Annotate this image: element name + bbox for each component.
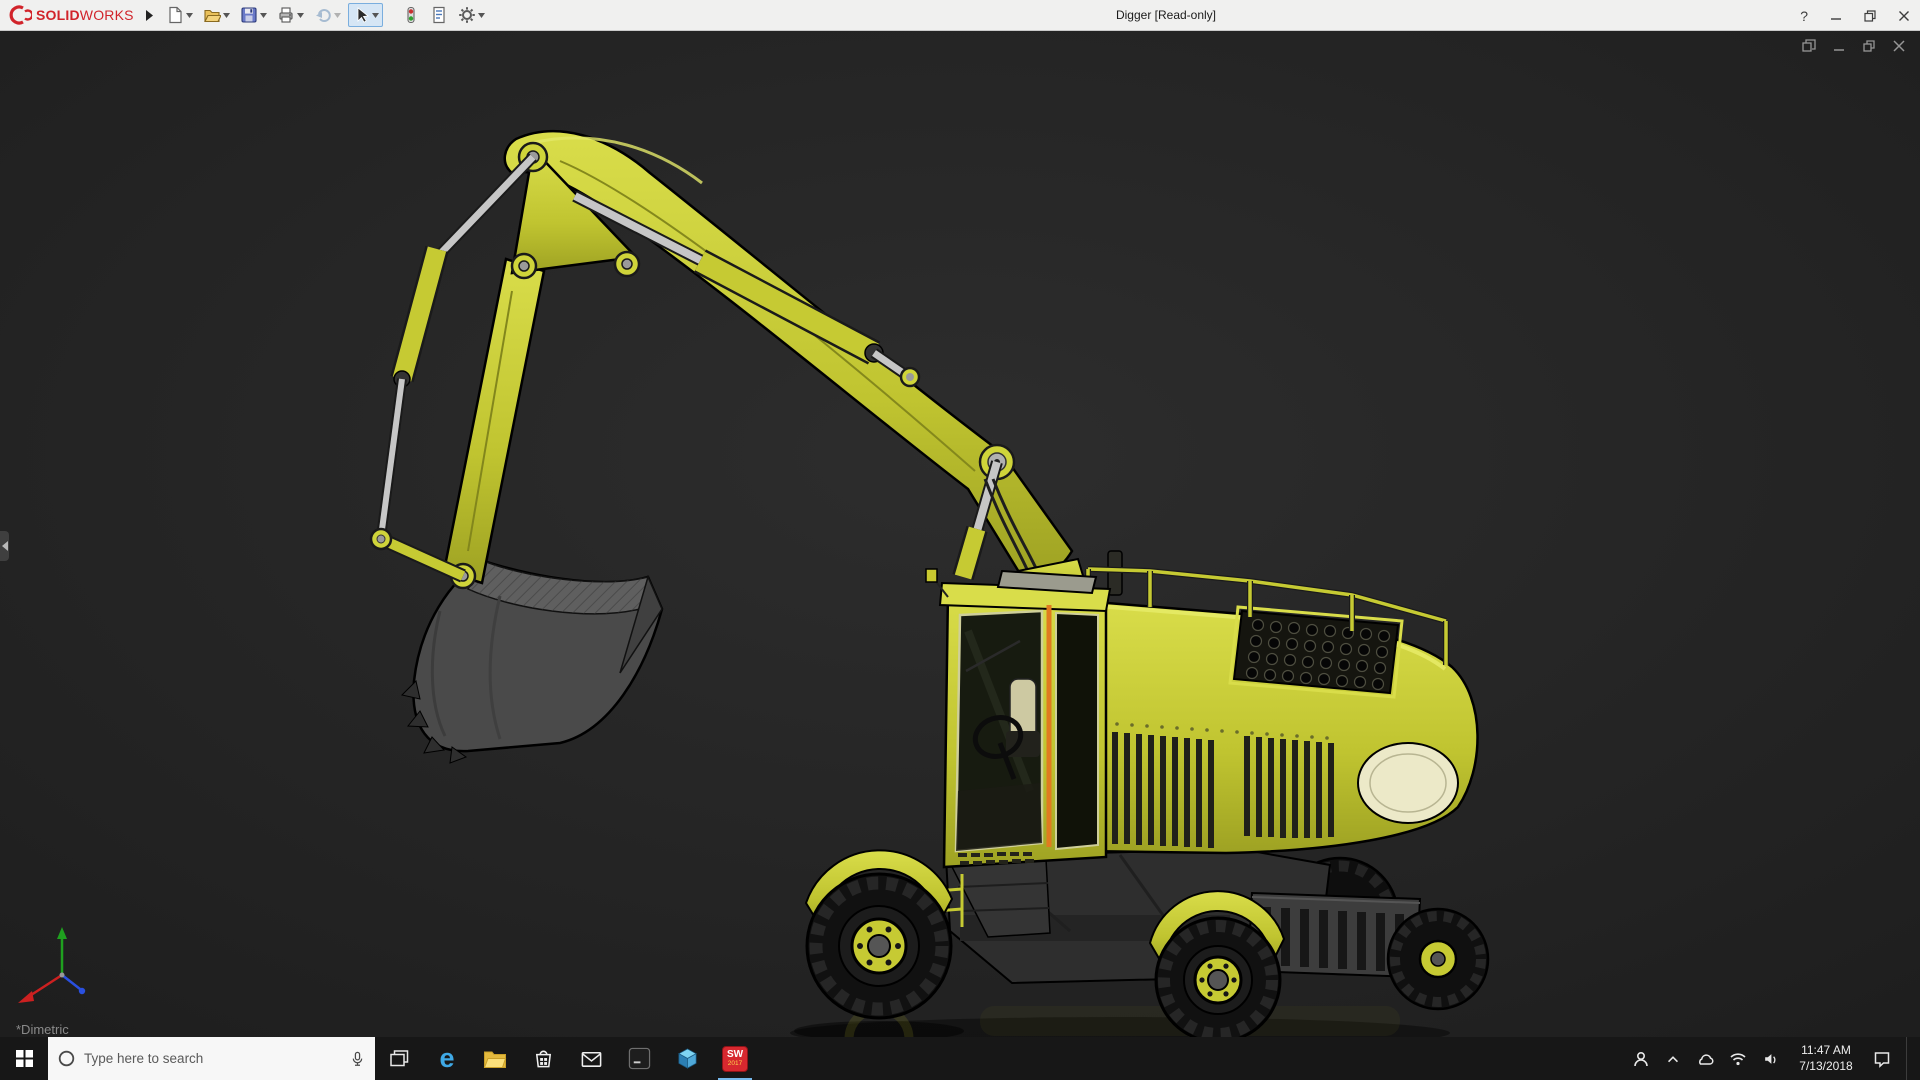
restore-button[interactable] bbox=[1864, 9, 1876, 22]
people-icon[interactable] bbox=[1632, 1050, 1650, 1068]
mail-icon bbox=[581, 1051, 601, 1067]
window-title: Digger [Read-only] bbox=[1115, 8, 1217, 22]
hidden-icons-chevron-icon[interactable] bbox=[1665, 1051, 1681, 1067]
options-gear-icon bbox=[458, 7, 475, 23]
undo-icon bbox=[315, 9, 331, 22]
select-tool-button[interactable] bbox=[347, 3, 383, 27]
orientation-triad[interactable] bbox=[12, 923, 112, 1013]
wheel-right-front bbox=[1386, 907, 1490, 1011]
solidworks-app-icon: SW 2017 bbox=[722, 1045, 748, 1072]
window-controls: ? bbox=[1800, 0, 1910, 31]
menu-expand-arrow-icon[interactable] bbox=[145, 9, 153, 21]
graphics-viewport[interactable]: *Dimetric bbox=[0, 31, 1920, 1037]
excavator-cab bbox=[925, 568, 1112, 869]
triad-x-axis bbox=[27, 973, 63, 999]
dropdown-caret-icon[interactable] bbox=[185, 12, 193, 18]
open-button[interactable] bbox=[200, 3, 233, 27]
start-button[interactable] bbox=[0, 1037, 48, 1080]
file-explorer-icon bbox=[483, 1051, 507, 1068]
new-window-icon[interactable] bbox=[1802, 39, 1816, 53]
dropdown-caret-icon[interactable] bbox=[259, 12, 267, 18]
file-explorer-button[interactable] bbox=[471, 1037, 519, 1080]
solidworks-app-button[interactable]: SW 2017 bbox=[711, 1037, 759, 1080]
dropdown-caret-icon[interactable] bbox=[333, 12, 341, 18]
taskbar-clock[interactable]: 11:47 AM 7/13/2018 bbox=[1794, 1043, 1858, 1074]
dropdown-caret-icon[interactable] bbox=[222, 12, 230, 18]
rebuild-button[interactable] bbox=[399, 3, 423, 27]
action-center-icon[interactable] bbox=[1873, 1050, 1891, 1068]
solidworks-logo: SOLIDWORKS bbox=[8, 5, 134, 25]
dropdown-caret-icon[interactable] bbox=[477, 12, 485, 18]
cube-3d-app-icon bbox=[677, 1048, 697, 1069]
dropdown-caret-icon[interactable] bbox=[296, 12, 304, 18]
mail-button[interactable] bbox=[567, 1037, 615, 1080]
dark-window-app-icon bbox=[628, 1047, 650, 1070]
brand-text: SOLIDWORKS bbox=[36, 7, 134, 23]
print-button[interactable] bbox=[274, 3, 307, 27]
show-desktop-strip[interactable] bbox=[1906, 1037, 1912, 1080]
excavator-body bbox=[1081, 566, 1479, 855]
edge-icon: e bbox=[439, 1043, 455, 1073]
microphone-icon[interactable] bbox=[350, 1050, 365, 1068]
windows-logo-icon bbox=[15, 1050, 33, 1067]
edge-button[interactable]: e bbox=[423, 1037, 471, 1080]
new-document-icon bbox=[169, 6, 182, 24]
windows-taskbar: e SW 2 bbox=[0, 1037, 1920, 1080]
file-properties-button[interactable] bbox=[427, 3, 451, 27]
dropdown-caret-icon[interactable] bbox=[371, 12, 379, 18]
print-icon bbox=[279, 7, 293, 23]
help-button[interactable]: ? bbox=[1800, 9, 1808, 23]
store-button[interactable] bbox=[519, 1037, 567, 1080]
task-view-button[interactable] bbox=[375, 1037, 423, 1080]
clock-time: 11:47 AM bbox=[1801, 1042, 1851, 1057]
close-button[interactable] bbox=[1898, 10, 1910, 22]
save-button[interactable] bbox=[237, 3, 270, 27]
task-view-icon bbox=[389, 1050, 408, 1067]
open-folder-icon bbox=[203, 9, 221, 23]
minimize-button[interactable] bbox=[1830, 10, 1842, 22]
restore-doc-icon[interactable] bbox=[1862, 39, 1876, 53]
excavator-model[interactable] bbox=[0, 31, 1920, 1037]
solidworks-logo-icon bbox=[9, 5, 32, 25]
close-doc-icon[interactable] bbox=[1892, 39, 1906, 53]
titlebar: SOLIDWORKS Digger [Read-only] ? bbox=[0, 0, 1920, 31]
taskbar-search[interactable] bbox=[48, 1037, 375, 1080]
collapsed-panel-tab[interactable] bbox=[0, 531, 9, 561]
cortana-icon bbox=[58, 1050, 75, 1067]
select-cursor-icon bbox=[357, 7, 369, 23]
system-tray: 11:47 AM 7/13/2018 bbox=[1632, 1037, 1920, 1080]
undo-button[interactable] bbox=[311, 3, 344, 27]
view-orientation-label: *Dimetric bbox=[16, 1022, 69, 1037]
clock-date: 7/13/2018 bbox=[1799, 1058, 1853, 1073]
chevron-left-icon bbox=[1, 541, 8, 551]
dark-app-button[interactable] bbox=[615, 1037, 663, 1080]
minimize-doc-icon[interactable] bbox=[1832, 39, 1846, 53]
wheel-rear-left bbox=[1154, 916, 1282, 1037]
wheel-front-left bbox=[805, 872, 953, 1020]
onedrive-cloud-icon[interactable] bbox=[1696, 1051, 1714, 1067]
document-window-controls bbox=[1802, 39, 1906, 53]
cube-3d-app-button[interactable] bbox=[663, 1037, 711, 1080]
triad-z-axis bbox=[61, 974, 81, 990]
network-wifi-icon[interactable] bbox=[1729, 1051, 1747, 1066]
save-floppy-icon bbox=[241, 7, 257, 23]
quick-access-toolbar bbox=[163, 3, 488, 27]
store-icon bbox=[535, 1050, 551, 1068]
search-input[interactable] bbox=[84, 1051, 341, 1066]
volume-icon[interactable] bbox=[1762, 1051, 1779, 1067]
file-properties-icon bbox=[433, 6, 445, 24]
rebuild-stoplight-icon bbox=[407, 6, 415, 24]
options-button[interactable] bbox=[455, 3, 488, 27]
new-document-button[interactable] bbox=[163, 3, 196, 27]
